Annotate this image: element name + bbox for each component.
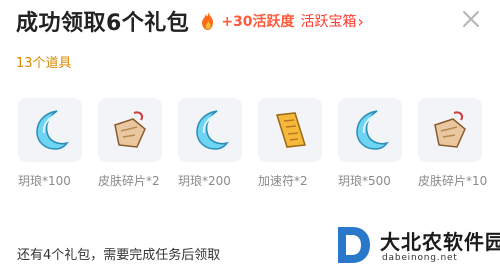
reward-item[interactable]: 皮肤碎片*2 — [98, 98, 168, 190]
watermark-brand: 大北农软件园 — [380, 230, 500, 254]
active-box-link-label: 活跃宝箱 — [300, 14, 357, 30]
speed-talisman-icon — [276, 112, 306, 148]
reward-card — [178, 98, 242, 162]
footer-note: 还有4个礼包，需要完成任务后领取 — [17, 248, 221, 263]
close-icon[interactable] — [458, 6, 484, 32]
reward-item[interactable]: 玥琅*200 — [178, 98, 248, 190]
reward-card — [338, 98, 402, 162]
reward-label: 皮肤碎片*2 — [98, 174, 160, 188]
activity-bonus: +30活跃度 — [221, 14, 295, 30]
reward-grid: 玥琅*100 皮肤碎片*2 玥琅*200 加速符*2 玥琅*500 皮肤碎片*1… — [18, 98, 500, 204]
reward-label: 玥琅*500 — [338, 174, 391, 188]
dialog-title: 成功领取6个礼包 — [16, 11, 190, 36]
moon-crystal-icon — [356, 110, 389, 150]
reward-card — [98, 98, 162, 162]
moon-crystal-icon — [36, 110, 69, 150]
dialog-header: 成功领取6个礼包 +30活跃度 活跃宝箱 › — [16, 4, 364, 38]
moon-crystal-icon — [196, 110, 229, 150]
reward-label: 玥琅*100 — [18, 174, 71, 188]
chevron-right-icon: › — [357, 11, 364, 31]
reward-item[interactable]: 玥琅*500 — [338, 98, 408, 190]
skin-fragment-icon — [434, 111, 466, 148]
active-box-link[interactable]: 活跃宝箱 › — [301, 11, 364, 31]
item-count: 13个道具 — [16, 56, 72, 71]
watermark: 大北农软件园 dabeinong.net — [330, 222, 500, 269]
reward-label: 皮肤碎片*10 — [418, 174, 488, 188]
watermark-logo-icon — [338, 227, 370, 263]
reward-item[interactable]: 加速符*2 — [258, 98, 328, 190]
skin-fragment-icon — [114, 111, 146, 148]
reward-item[interactable]: 皮肤碎片*10 — [418, 98, 488, 190]
fire-icon — [202, 12, 214, 30]
reward-card — [18, 98, 82, 162]
reward-label: 玥琅*200 — [178, 174, 231, 188]
reward-label: 加速符*2 — [258, 174, 308, 188]
reward-item[interactable]: 玥琅*100 — [18, 98, 88, 190]
reward-card — [258, 98, 322, 162]
reward-card — [418, 98, 482, 162]
watermark-url: dabeinong.net — [382, 253, 458, 263]
